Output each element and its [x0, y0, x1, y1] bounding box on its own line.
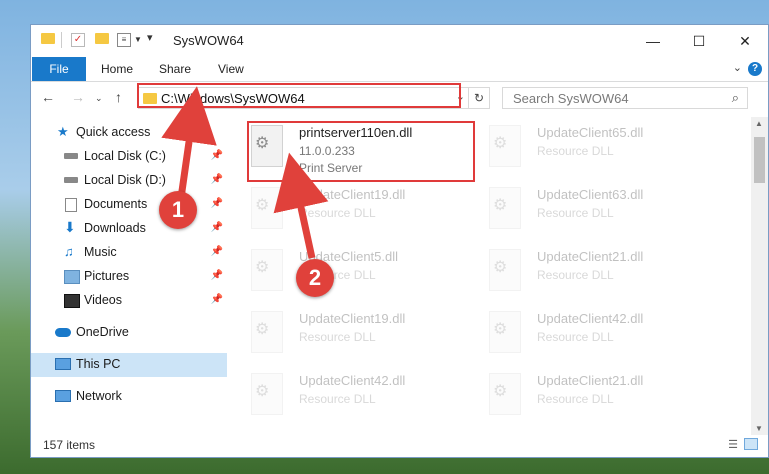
callout-badge-2: 2 [296, 259, 334, 297]
callout-badge-1: 1 [159, 191, 197, 229]
callout-arrows [161, 86, 329, 259]
arrow-2 [273, 152, 329, 259]
